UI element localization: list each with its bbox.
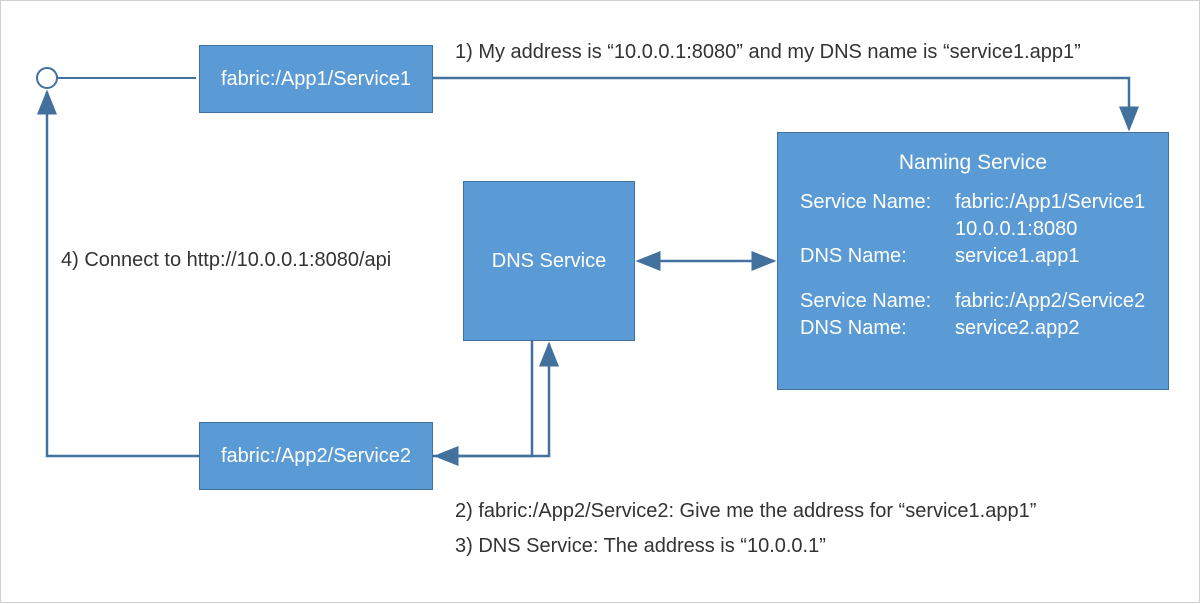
service2-box: fabric:/App2/Service2 [199, 422, 433, 490]
dns-box: DNS Service [463, 181, 635, 341]
naming-entry1-dns-value: service1.app1 [955, 245, 1146, 268]
step4-label: 4) Connect to http://10.0.0.1:8080/api [61, 249, 391, 272]
arrow-service1-to-naming [433, 78, 1129, 129]
naming-title: Naming Service [800, 151, 1146, 175]
origin-circle [36, 67, 58, 89]
naming-entry2-servicename-value: fabric:/App2/Service2 [955, 290, 1146, 313]
service1-box: fabric:/App1/Service1 [199, 45, 433, 113]
step3-label: 3) DNS Service: The address is “10.0.0.1… [455, 535, 826, 558]
naming-entry1-dns-label: DNS Name: [800, 245, 955, 268]
service1-label: fabric:/App1/Service1 [221, 68, 411, 91]
naming-entry1-address: 10.0.0.1:8080 [955, 218, 1146, 241]
step2-label: 2) fabric:/App2/Service2: Give me the ad… [455, 500, 1036, 523]
naming-entry2-servicename-label: Service Name: [800, 290, 955, 313]
naming-entry1-servicename-value: fabric:/App1/Service1 [955, 191, 1146, 214]
dns-label: DNS Service [492, 250, 606, 273]
arrow-service2-to-dns [433, 344, 549, 456]
naming-entry1-servicename-label: Service Name: [800, 191, 955, 214]
naming-service-box: Naming Service Service Name: fabric:/App… [777, 132, 1169, 390]
step1-label: 1) My address is “10.0.0.1:8080” and my … [455, 41, 1081, 64]
naming-entry2-dns-value: service2.app2 [955, 317, 1146, 340]
arrow-service2-to-origin [47, 92, 199, 456]
arrow-dns-to-service2 [436, 341, 532, 456]
naming-entry2-dns-label: DNS Name: [800, 317, 955, 340]
service2-label: fabric:/App2/Service2 [221, 445, 411, 468]
